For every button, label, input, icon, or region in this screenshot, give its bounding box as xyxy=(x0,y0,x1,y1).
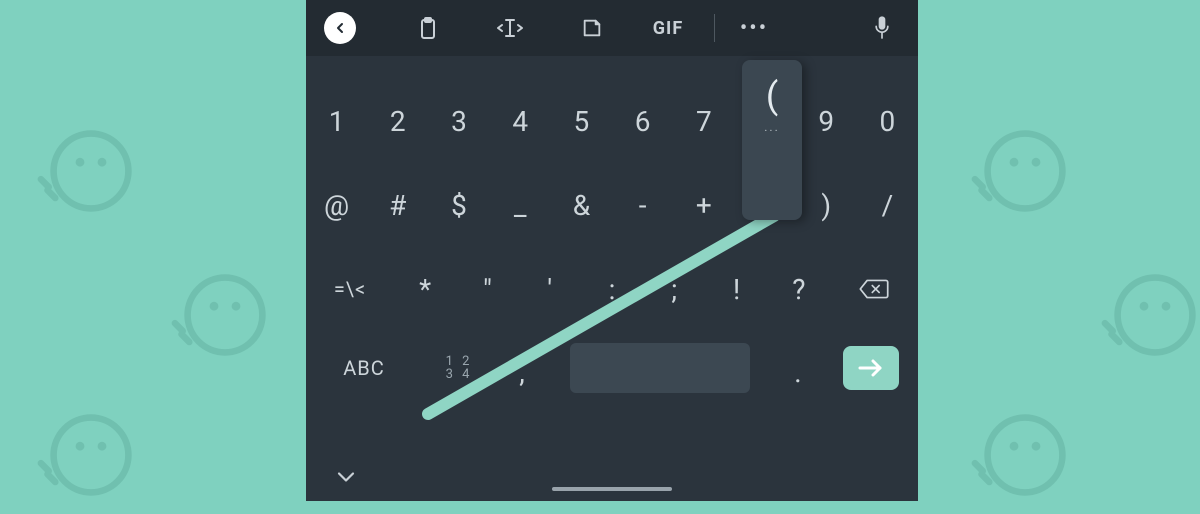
key-0[interactable]: 0 xyxy=(857,94,918,148)
sticker-button[interactable] xyxy=(552,0,632,56)
key-at[interactable]: @ xyxy=(306,180,367,230)
clipboard-icon xyxy=(416,16,440,40)
key-slash[interactable]: / xyxy=(857,180,918,230)
key-semicolon[interactable]: ; xyxy=(643,264,705,314)
chevron-left-icon xyxy=(332,20,348,36)
enter-button[interactable] xyxy=(824,336,918,400)
key-hash[interactable]: # xyxy=(367,180,428,230)
key-preview-sub: ... xyxy=(764,120,780,134)
more-button[interactable]: ••• xyxy=(719,0,789,56)
key-plus[interactable]: + xyxy=(673,180,734,230)
text-cursor-button[interactable] xyxy=(468,0,552,56)
gesture-trail xyxy=(306,0,918,501)
key-period[interactable]: . xyxy=(772,336,824,400)
key-2[interactable]: 2 xyxy=(367,94,428,148)
number-row: 1 2 3 4 5 6 7 8 9 0 xyxy=(306,94,918,148)
android-keyboard-screenshot: GIF ••• 1 2 3 4 5 6 7 8 9 0 @ # $ _ & - … xyxy=(306,0,918,501)
key-hyphen[interactable]: - xyxy=(612,180,673,230)
key-double-quote[interactable]: " xyxy=(456,264,518,314)
key-6[interactable]: 6 xyxy=(612,94,673,148)
key-9[interactable]: 9 xyxy=(796,94,857,148)
key-preview-main: ( xyxy=(766,78,778,114)
key-asterisk[interactable]: * xyxy=(394,264,456,314)
key-colon[interactable]: : xyxy=(581,264,643,314)
key-3[interactable]: 3 xyxy=(428,94,489,148)
abc-button[interactable]: ABC xyxy=(306,336,422,400)
chevron-down-icon xyxy=(335,470,357,484)
collapse-keyboard-button[interactable] xyxy=(306,453,386,501)
key-preview-popup: ( ... xyxy=(742,60,802,220)
key-7[interactable]: 7 xyxy=(673,94,734,148)
backspace-icon xyxy=(858,277,890,301)
backspace-button[interactable] xyxy=(830,264,918,314)
key-question[interactable]: ? xyxy=(768,264,830,314)
gif-button[interactable]: GIF xyxy=(632,0,704,56)
key-exclaim[interactable]: ! xyxy=(705,264,767,314)
key-more-symbols[interactable]: =\< xyxy=(306,264,394,314)
key-dollar[interactable]: $ xyxy=(428,180,489,230)
sticker-icon xyxy=(581,17,603,39)
mic-button[interactable] xyxy=(789,0,918,56)
toolbar-separator xyxy=(714,14,715,42)
key-ampersand[interactable]: & xyxy=(551,180,612,230)
symbol-row-2: =\< * " ' : ; ! ? xyxy=(306,264,918,314)
key-4[interactable]: 4 xyxy=(490,94,551,148)
mic-icon xyxy=(872,15,892,41)
keyboard-toolbar: GIF ••• xyxy=(306,0,918,56)
key-close-paren[interactable]: ) xyxy=(796,180,857,230)
key-single-quote[interactable]: ' xyxy=(519,264,581,314)
key-1[interactable]: 1 xyxy=(306,94,367,148)
nav-home-indicator[interactable] xyxy=(552,487,672,491)
bottom-row: ABC 1 2 3 4 , . xyxy=(306,336,918,400)
symbol-mode-button[interactable]: 1 2 3 4 xyxy=(422,336,496,400)
text-cursor-icon xyxy=(496,17,524,39)
spacebar-surface xyxy=(570,343,750,393)
symbol-mode-bottom: 3 4 xyxy=(446,368,473,381)
spacebar[interactable] xyxy=(548,336,772,400)
key-comma[interactable]: , xyxy=(496,336,548,400)
symbol-row-1: @ # $ _ & - + ( ) / xyxy=(306,180,918,230)
key-underscore[interactable]: _ xyxy=(490,180,551,230)
arrow-right-icon xyxy=(858,359,884,377)
back-button[interactable] xyxy=(306,0,388,56)
key-5[interactable]: 5 xyxy=(551,94,612,148)
clipboard-button[interactable] xyxy=(388,0,468,56)
